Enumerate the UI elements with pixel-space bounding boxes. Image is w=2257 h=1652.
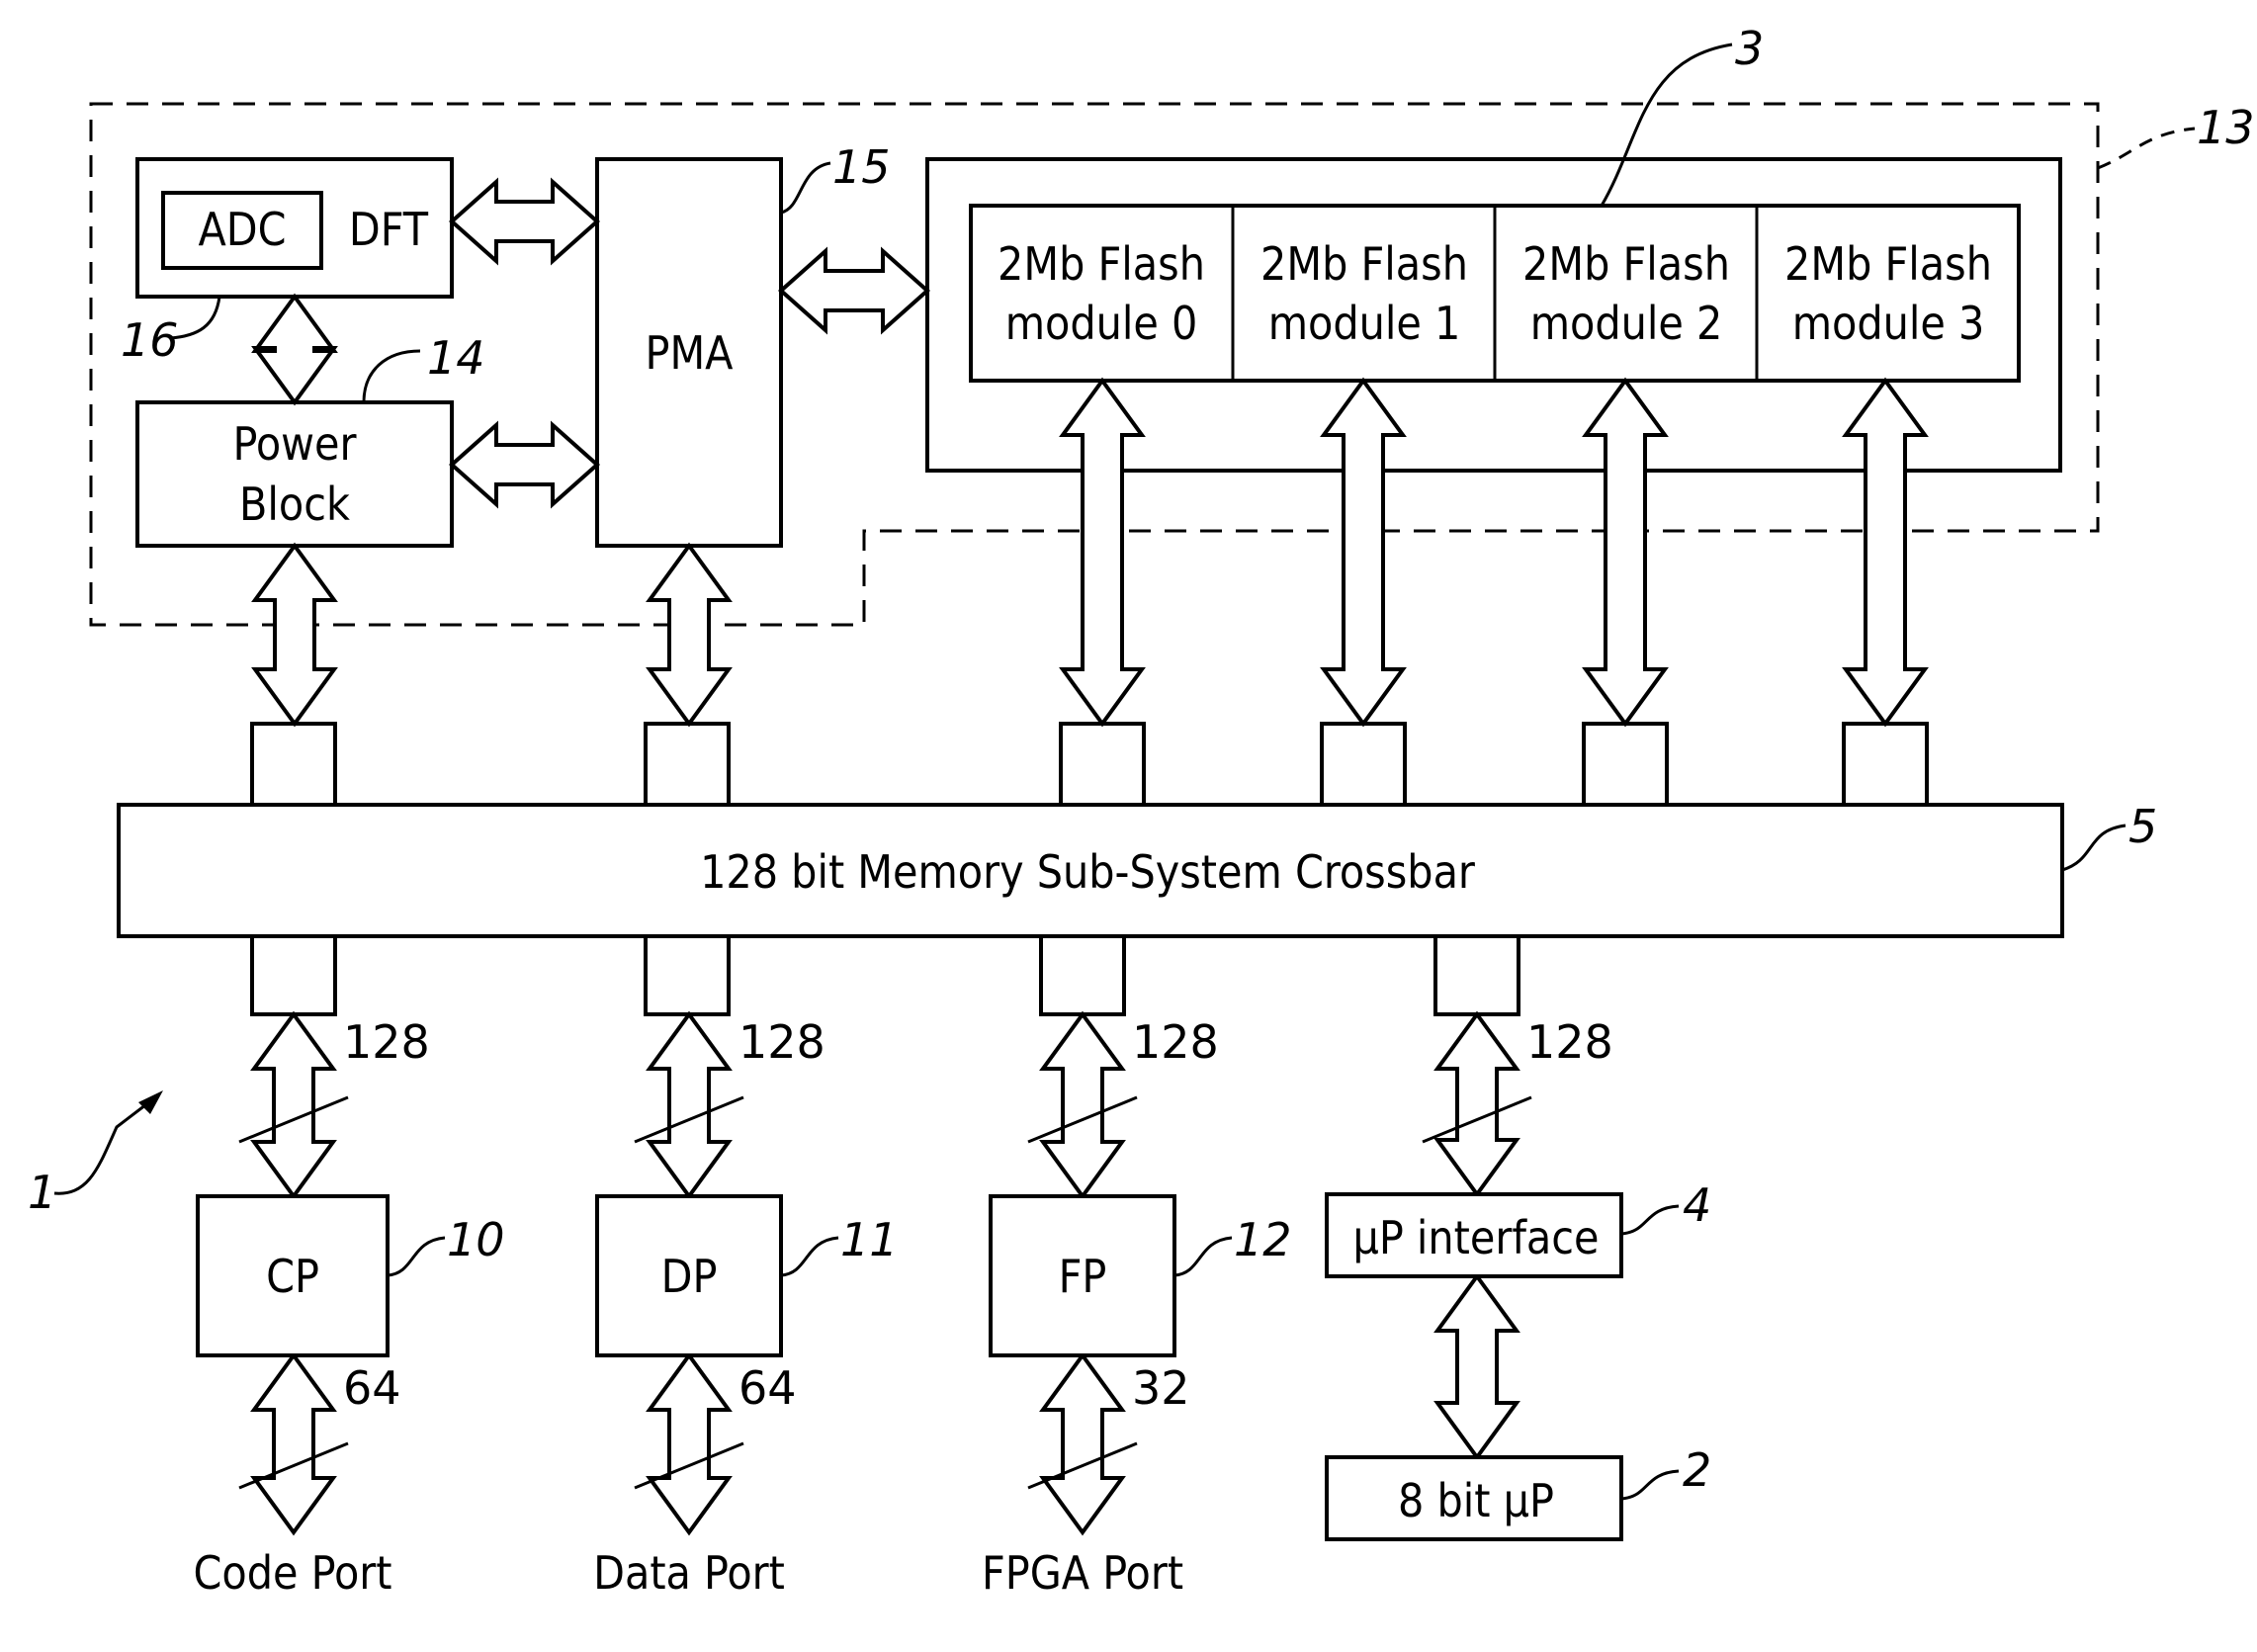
cp-label: CP — [266, 1250, 319, 1303]
dp-lower-bus-width-label: 64 — [738, 1361, 797, 1415]
pma-flash-bus-arrow — [777, 246, 931, 335]
dp-upper-bus-width-label: 128 — [738, 1015, 825, 1069]
dp-label: DP — [661, 1250, 718, 1303]
flash-module-3-line2: module 3 — [1792, 297, 1985, 350]
leader-14 — [362, 349, 421, 403]
ref-5: 5 — [2128, 800, 2157, 853]
crossbar-port-stub — [1582, 722, 1669, 807]
flash-module-1-line1: 2Mb Flash — [1260, 237, 1468, 291]
flash-module-3-line1: 2Mb Flash — [1784, 237, 1992, 291]
fpga-port-label: FPGA Port — [982, 1546, 1183, 1600]
leader-4 — [1620, 1204, 1680, 1236]
flash-module-0-crossbar-bus-arrow — [1059, 377, 1146, 728]
fp-lower-bus-width-label: 32 — [1132, 1361, 1190, 1415]
adc-label: ADC — [198, 203, 286, 256]
crossbar-port-stub — [1842, 722, 1929, 807]
ref-3: 3 — [1735, 22, 1764, 75]
ref-11: 11 — [840, 1213, 899, 1266]
leader-10 — [387, 1236, 446, 1277]
power-crossbar-bus-arrow — [251, 542, 338, 728]
dft-power-bus-arrow — [251, 293, 338, 406]
flash-module-2-line1: 2Mb Flash — [1522, 237, 1730, 291]
cp-lower-bus-width-label: 64 — [343, 1361, 401, 1415]
power-pma-bus-arrow — [448, 420, 601, 509]
flash-module-0-line1: 2Mb Flash — [998, 237, 1205, 291]
pma-label: PMA — [646, 326, 734, 380]
crossbar-port-stub — [1059, 722, 1146, 807]
fp-label: FP — [1059, 1250, 1107, 1303]
crossbar-port-stub — [1320, 722, 1407, 807]
flash-module-3-crossbar-bus-arrow — [1842, 377, 1929, 728]
power-block-label-line1: Power — [233, 417, 358, 471]
fpga-port-bus-arrow — [1039, 1351, 1126, 1536]
flash-module-2-line2: module 2 — [1530, 297, 1723, 350]
system-arrowhead-icon — [138, 1090, 163, 1114]
flash-module-1-crossbar-bus-arrow — [1320, 377, 1407, 728]
ref-13: 13 — [2197, 101, 2255, 154]
ref-4: 4 — [1683, 1178, 1711, 1232]
block-diagram: ADC DFT Power Block PMA 2Mb Flash module… — [28, 22, 2255, 1600]
leader-5 — [2061, 824, 2127, 872]
crossbar-label: 128 bit Memory Sub-System Crossbar — [700, 845, 1476, 899]
up-interface-label: µP interface — [1353, 1211, 1600, 1264]
pma-crossbar-bus-arrow — [646, 542, 733, 728]
ref-1: 1 — [28, 1166, 56, 1219]
dft-pma-bus-arrow — [448, 177, 601, 266]
ref-12: 12 — [1234, 1213, 1292, 1266]
code-port-bus-arrow — [250, 1351, 337, 1536]
ref-2: 2 — [1683, 1443, 1711, 1497]
leader-12 — [1173, 1236, 1233, 1277]
ref-15: 15 — [832, 140, 891, 194]
fp-upper-bus-width-label: 128 — [1132, 1015, 1219, 1069]
data-port-label: Data Port — [593, 1546, 785, 1600]
up8-up-interface-bus-arrow — [1433, 1272, 1520, 1461]
crossbar-port-stub — [250, 722, 337, 807]
code-port-label: Code Port — [194, 1546, 392, 1600]
leader-11 — [780, 1236, 839, 1277]
dp-crossbar-bus-arrow — [646, 1010, 733, 1200]
ref-16: 16 — [121, 313, 179, 367]
crossbar-port-stub — [1039, 934, 1126, 1016]
flash-module-0-line2: module 0 — [1005, 297, 1198, 350]
data-port-bus-arrow — [646, 1351, 733, 1536]
up-interface-crossbar-bus-arrow — [1433, 1010, 1520, 1198]
leader-15 — [780, 161, 831, 215]
up8-label: 8 bit µP — [1398, 1474, 1554, 1527]
leader-13 — [2097, 127, 2196, 170]
ref-10: 10 — [447, 1213, 505, 1266]
dft-label: DFT — [349, 203, 429, 256]
cp-upper-bus-width-label: 128 — [343, 1015, 430, 1069]
cp-crossbar-bus-arrow — [250, 1010, 337, 1200]
ref-14: 14 — [427, 331, 485, 385]
flash-module-2-crossbar-bus-arrow — [1582, 377, 1669, 728]
crossbar-port-stub — [644, 934, 731, 1016]
up-upper-bus-width-label: 128 — [1526, 1015, 1613, 1069]
leader-1 — [53, 1093, 159, 1195]
crossbar-port-stub — [644, 722, 731, 807]
power-block-label-line2: Block — [239, 478, 350, 531]
crossbar-port-stub — [250, 934, 337, 1016]
fp-crossbar-bus-arrow — [1039, 1010, 1126, 1200]
leader-2 — [1620, 1469, 1680, 1501]
flash-module-1-line2: module 1 — [1268, 297, 1461, 350]
crossbar-port-stub — [1433, 934, 1520, 1016]
